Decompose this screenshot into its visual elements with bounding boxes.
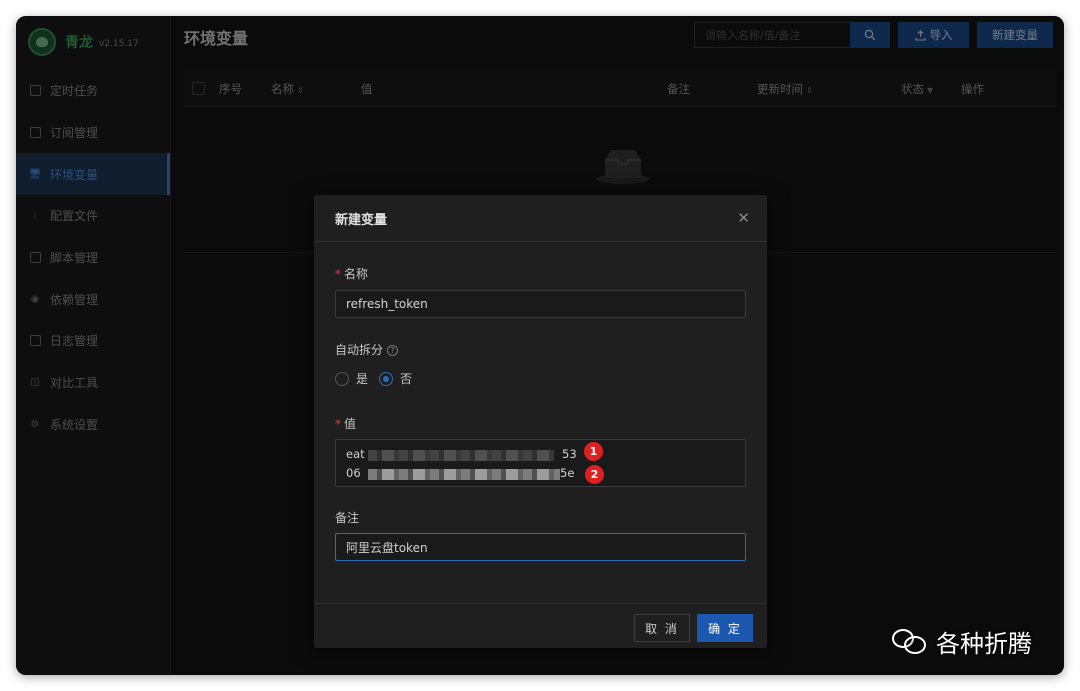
modal-header: 新建变量 [314, 195, 767, 242]
annotation-marker-2: 2 [585, 465, 604, 484]
name-field-label: * 名称 [335, 265, 368, 282]
radio-no-label: 否 [400, 372, 413, 386]
value-field-label: * 值 [335, 415, 356, 432]
new-variable-modal: 新建变量 ✕ * 名称 refresh_token 自动拆分? 是 否 * 值 ea… [314, 195, 767, 648]
radio-yes-label: 是 [356, 372, 369, 386]
value-line-1-suffix: 53 [562, 447, 577, 461]
radio-yes[interactable] [335, 371, 349, 386]
close-icon[interactable]: ✕ [737, 209, 750, 227]
required-mark: * [335, 267, 341, 281]
name-input[interactable]: refresh_token [335, 290, 746, 318]
watermark-text: 各种折腾 [936, 630, 1032, 658]
modal-title: 新建变量 [335, 212, 388, 228]
radio-no[interactable] [379, 371, 394, 386]
value-line-2-suffix: 5e [560, 466, 575, 480]
cancel-button[interactable]: 取 消 [634, 614, 690, 642]
name-label-text: 名称 [344, 267, 369, 281]
value-line-2-prefix: 06 [346, 466, 361, 480]
modal-footer: 取 消 确 定 [314, 603, 767, 648]
split-label-text: 自动拆分 [335, 343, 384, 357]
split-field-label: 自动拆分? [335, 341, 399, 358]
wechat-icon [890, 626, 932, 658]
value-line-1-prefix: eat [346, 447, 365, 461]
annotation-marker-1: 1 [584, 442, 603, 461]
remark-input[interactable]: 阿里云盘token [335, 533, 746, 561]
redacted-blur [368, 469, 560, 480]
app-window: 青龙 v2.15.17 定时任务 订阅管理 🖥 环境变量 ⫶ 配置文件 脚本管理… [16, 16, 1064, 675]
split-radio-group: 是 否 [335, 370, 423, 387]
remark-field-label: 备注 [335, 511, 360, 525]
redacted-blur [368, 450, 554, 461]
confirm-button[interactable]: 确 定 [697, 614, 753, 642]
value-label-text: 值 [344, 417, 357, 431]
watermark: 各种折腾 [890, 624, 1032, 659]
help-icon[interactable]: ? [387, 345, 399, 356]
value-textarea[interactable]: eat 53 06 5e [335, 439, 746, 487]
required-mark: * [335, 417, 341, 431]
